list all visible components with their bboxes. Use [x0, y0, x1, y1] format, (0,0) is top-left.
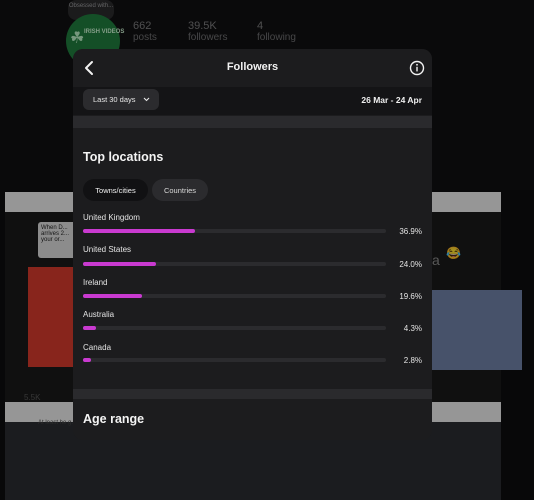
location-name: Canada [83, 343, 112, 352]
section-divider [73, 116, 432, 128]
location-bar [83, 358, 92, 362]
info-button[interactable] [409, 60, 425, 76]
top-locations-title: Top locations [83, 150, 164, 164]
date-range-label: Last 30 days [93, 95, 136, 104]
location-name: Australia [83, 310, 115, 319]
location-name: United States [83, 245, 132, 254]
location-bar [83, 262, 156, 266]
info-circle-icon [409, 60, 425, 76]
location-name: Ireland [83, 278, 108, 287]
date-range-text: 26 Mar - 24 Apr [361, 95, 422, 105]
modal-title: Followers [226, 61, 279, 73]
tab-towns-cities[interactable]: Towns/cities [83, 179, 148, 201]
location-bar [83, 294, 143, 298]
chevron-down-icon [143, 97, 150, 102]
location-bar [83, 229, 195, 233]
location-percent: 4.3% [403, 324, 422, 333]
location-bar [83, 326, 97, 330]
followers-modal: Followers Last 30 days 26 Mar - 24 Apr T… [73, 49, 432, 440]
location-percent: 19.6% [399, 292, 422, 301]
location-bar-track [83, 229, 386, 233]
date-range-dropdown[interactable]: Last 30 days [83, 89, 159, 110]
location-bar-track [83, 262, 386, 266]
location-bar-track [83, 358, 386, 362]
section-divider [73, 389, 432, 399]
location-percent: 2.8% [403, 356, 422, 365]
age-range-title: Age range [83, 412, 145, 426]
tab-countries[interactable]: Countries [152, 179, 208, 201]
location-percent: 24.0% [399, 260, 422, 269]
location-name: United Kingdom [83, 213, 140, 222]
location-percent: 36.9% [399, 227, 422, 236]
location-bar-track [83, 326, 386, 330]
location-bar-track [83, 294, 386, 298]
